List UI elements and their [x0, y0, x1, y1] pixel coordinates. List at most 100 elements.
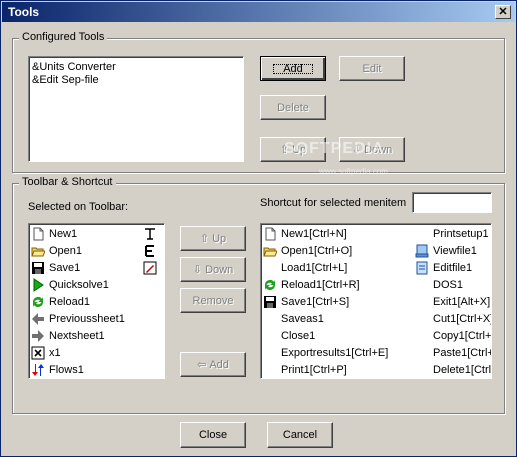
selected-toolbar-list[interactable]: New1 Open1 Save1 Quicksolve1 Reload1 Pre…: [28, 223, 165, 379]
list-item[interactable]: Close1: [263, 328, 413, 345]
list-item[interactable]: Editfile1: [415, 260, 491, 277]
list-item[interactable]: x1: [31, 345, 141, 362]
list-item[interactable]: [143, 260, 163, 277]
new-document-icon: [265, 227, 276, 241]
toolbar-up-button[interactable]: ⇧ Up: [180, 226, 246, 251]
delete-tool-button[interactable]: Delete: [260, 95, 326, 120]
arrow-left-icon: ⇦: [197, 359, 207, 371]
new-document-icon: [33, 227, 44, 241]
list-item-label: &Edit Sep-file: [32, 74, 99, 86]
list-item-label: Viewfile1: [433, 245, 477, 257]
add-tool-label: Add: [269, 60, 317, 78]
selected-on-toolbar-label: Selected on Toolbar:: [28, 201, 129, 213]
list-item[interactable]: Delete1[Ctrl+Del]: [415, 362, 491, 378]
delete-tool-label: Delete: [277, 101, 309, 114]
list-item[interactable]: Cut1[Ctrl+X]: [415, 311, 491, 328]
list-item[interactable]: Reload1: [31, 294, 141, 311]
list-item[interactable]: New1: [31, 226, 141, 243]
window-title: Tools: [8, 5, 40, 19]
list-item[interactable]: Copy1[Ctrl+C]: [415, 328, 491, 345]
list-item[interactable]: New1[Ctrl+N]: [263, 226, 413, 243]
cancel-button[interactable]: Cancel: [267, 422, 333, 448]
list-item-label: Print1[Ctrl+P]: [281, 364, 347, 376]
add-tool-button[interactable]: Add: [260, 56, 326, 81]
softpedia-watermark-url: www.softpedia.com: [319, 167, 388, 176]
toolbar-up-label: Up: [212, 233, 227, 245]
list-item[interactable]: [143, 243, 163, 260]
list-item-label: Nextsheet1: [49, 330, 105, 342]
save-disk-icon: [32, 262, 44, 274]
list-item-label: Reload1: [49, 296, 90, 308]
list-item-label: Exportresults1[Ctrl+E]: [281, 347, 389, 359]
shortcut-input[interactable]: [412, 192, 492, 213]
list-item-label: Flows1: [49, 364, 84, 376]
softpedia-watermark: SOFTPEDIA: [284, 140, 385, 157]
list-item-label: Cut1[Ctrl+X]: [433, 313, 491, 325]
list-item[interactable]: Save1[Ctrl+S]: [263, 294, 413, 311]
list-item[interactable]: &Edit Sep-file: [32, 72, 99, 89]
flows-icon: [32, 364, 44, 376]
toolbar-remove-button[interactable]: Remove: [180, 288, 246, 313]
list-item[interactable]: Print1[Ctrl+P]: [263, 362, 413, 378]
list-item[interactable]: Open1[Ctrl+O]: [263, 243, 413, 260]
list-item-label: New1: [49, 228, 78, 240]
list-item-label: Reload1[Ctrl+R]: [281, 279, 360, 291]
arrow-down-icon: ⇩: [192, 264, 203, 276]
list-item[interactable]: Paste1[Ctrl+V]: [415, 345, 491, 362]
list-item-label: Previoussheet1: [49, 313, 125, 325]
edit-e-icon: [145, 245, 154, 257]
edit-file-icon: [416, 261, 428, 275]
list-item[interactable]: Load1[Ctrl+L]: [263, 260, 413, 277]
list-item-label: Copy1[Ctrl+C]: [433, 330, 491, 342]
list-item[interactable]: Exportresults1[Ctrl+E]: [263, 345, 413, 362]
list-item-label: x1: [49, 347, 61, 359]
text-icon: [145, 228, 155, 240]
list-item-label: Quicksolve1: [49, 279, 109, 291]
toolbar-down-button[interactable]: ⇩ Down: [180, 257, 246, 282]
configured-tools-list[interactable]: &Units Converter &Edit Sep-file: [28, 56, 244, 162]
reload-icon: [265, 280, 275, 290]
list-item[interactable]: Quicksolve1: [31, 277, 141, 294]
list-item[interactable]: Reload1[Ctrl+R]: [263, 277, 413, 294]
arrow-right-icon: [32, 330, 44, 342]
list-item[interactable]: Open1: [31, 243, 141, 260]
view-file-icon: [415, 244, 429, 258]
list-item[interactable]: Printsetup1: [415, 226, 491, 243]
menu-items-list[interactable]: New1[Ctrl+N] Open1[Ctrl+O] Load1[Ctrl+L]…: [260, 223, 492, 379]
play-arrow-icon: [33, 278, 44, 292]
window-close-button[interactable]: ✕: [495, 5, 511, 19]
save-disk-icon: [264, 296, 276, 308]
open-folder-icon: [31, 247, 45, 257]
toolbar-down-label: Down: [205, 264, 234, 276]
tools-dialog: Tools ✕ Configured Tools &Units Converte…: [0, 0, 517, 457]
list-item[interactable]: [143, 226, 163, 243]
toolbar-add-button[interactable]: ⇦ Add: [180, 352, 246, 377]
pencil-icon: [143, 261, 157, 275]
list-item[interactable]: Previoussheet1: [31, 311, 141, 328]
arrow-up-icon: ⇧: [199, 233, 210, 245]
edit-tool-button[interactable]: Edit: [339, 56, 405, 81]
list-item[interactable]: Nextsheet1: [31, 328, 141, 345]
list-item[interactable]: Saveas1: [263, 311, 413, 328]
list-item[interactable]: Viewfile1: [415, 243, 491, 260]
list-item-label: Editfile1: [433, 262, 473, 274]
toolbar-shortcut-legend: Toolbar & Shortcut: [19, 176, 116, 188]
close-button[interactable]: Close: [180, 422, 246, 448]
arrow-left-icon: [32, 313, 44, 325]
list-item[interactable]: DOS1: [415, 277, 491, 294]
list-item-label: New1[Ctrl+N]: [281, 228, 347, 240]
open-folder-icon: [263, 247, 277, 257]
close-x-icon: [31, 346, 45, 360]
title-bar[interactable]: Tools ✕: [2, 2, 515, 22]
close-icon: ✕: [498, 6, 508, 18]
list-item[interactable]: Flows1: [31, 362, 141, 378]
reload-icon: [33, 297, 43, 307]
list-item-label: Paste1[Ctrl+V]: [433, 347, 491, 359]
close-button-label: Close: [198, 429, 228, 441]
list-item-label: Load1[Ctrl+L]: [281, 262, 348, 274]
list-item-label: Exit1[Alt+X]: [433, 296, 491, 308]
cancel-button-label: Cancel: [282, 429, 318, 441]
list-item[interactable]: Save1: [31, 260, 141, 277]
list-item[interactable]: Exit1[Alt+X]: [415, 294, 491, 311]
list-item-label: Delete1[Ctrl+Del]: [433, 364, 491, 376]
